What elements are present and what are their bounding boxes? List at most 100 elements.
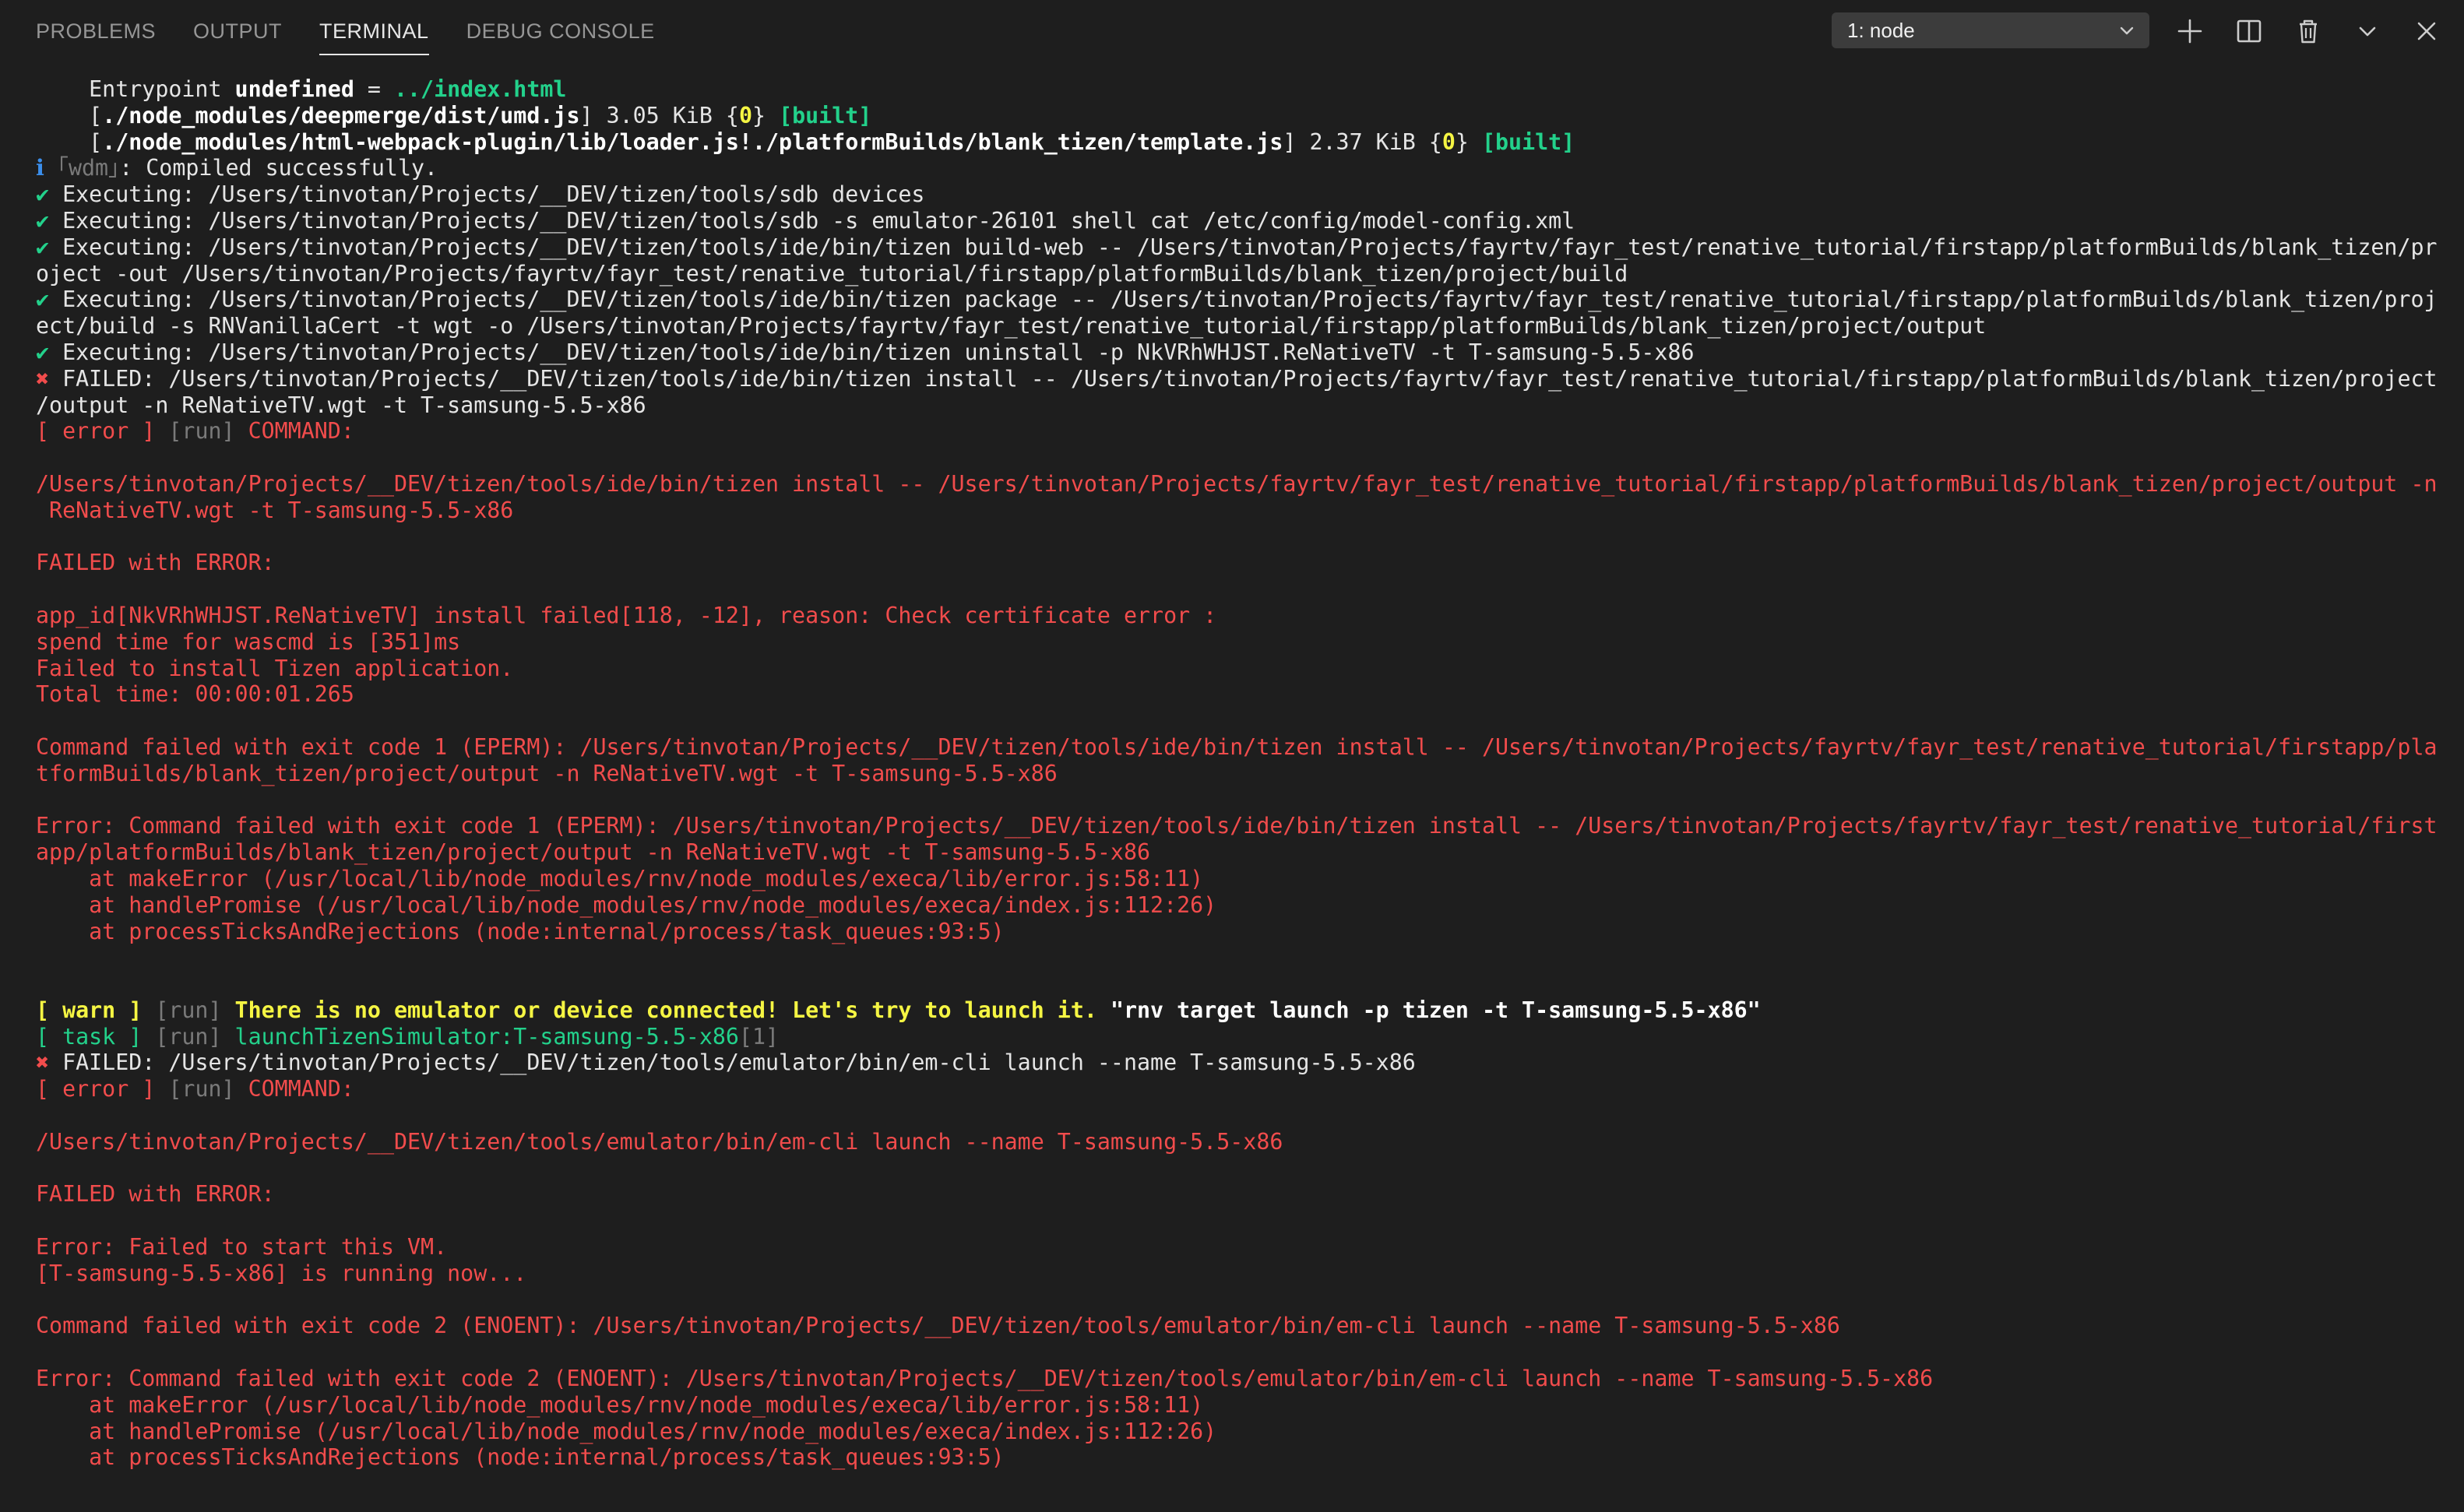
terminal-line: at handlePromise (/usr/local/lib/node_mo… bbox=[36, 1419, 2434, 1445]
terminal-text: launchTizenSimulator:T-samsung-5.5-x86 bbox=[234, 1023, 739, 1050]
terminal-text: [run] bbox=[155, 997, 235, 1023]
terminal-line: Error: Failed to start this VM. bbox=[36, 1234, 2434, 1261]
terminal-text: at processTicksAndRejections (node:inter… bbox=[36, 918, 1005, 944]
panel-header: PROBLEMS OUTPUT TERMINAL DEBUG CONSOLE 1… bbox=[0, 0, 2464, 62]
terminal-text: Entrypoint bbox=[36, 76, 235, 102]
terminal-text: [run] bbox=[168, 418, 248, 445]
terminal-line: [ error ] [run] COMMAND: bbox=[36, 1076, 2434, 1102]
tab-output[interactable]: OUTPUT bbox=[193, 0, 282, 55]
terminal-line: ✔ Executing: /Users/tinvotan/Projects/__… bbox=[36, 208, 2434, 234]
terminal-line: [T-samsung-5.5-x86] is running now... bbox=[36, 1261, 2434, 1287]
panel-tabs: PROBLEMS OUTPUT TERMINAL DEBUG CONSOLE bbox=[36, 0, 692, 62]
terminal-text: Executing: /Users/tinvotan/Projects/__DE… bbox=[62, 287, 2438, 313]
maximize-panel-button[interactable] bbox=[2350, 14, 2385, 48]
terminal-text: spend time for wascmd is [351]ms bbox=[36, 628, 461, 655]
terminal-text: at processTicksAndRejections (node:inter… bbox=[36, 1444, 1005, 1471]
terminal-text: app_id[NkVRhWHJST.ReNativeTV] install fa… bbox=[36, 602, 1217, 628]
terminal-line: ℹ ｢wdm｣: Compiled successfully. bbox=[36, 155, 2434, 181]
terminal-text: ✔ bbox=[36, 339, 63, 365]
terminal-output[interactable]: Entrypoint undefined = ../index.html [./… bbox=[36, 76, 2438, 1471]
tab-problems[interactable]: PROBLEMS bbox=[36, 0, 156, 55]
terminal-text: ✖ bbox=[36, 1050, 63, 1076]
terminal-text: oject -out /Users/tinvotan/Projects/fayr… bbox=[36, 260, 1628, 287]
terminal-line: Error: Command failed with exit code 2 (… bbox=[36, 1366, 2434, 1392]
kill-terminal-button[interactable] bbox=[2291, 14, 2325, 48]
terminal-text: ./node_modules/deepmerge/dist/umd.js bbox=[102, 102, 580, 128]
terminal-line: Error: Command failed with exit code 1 (… bbox=[36, 813, 2438, 839]
terminal-text: Executing: /Users/tinvotan/Projects/__DE… bbox=[62, 234, 2438, 260]
terminal-text: ./node_modules/html-webpack-plugin/lib/l… bbox=[102, 128, 1283, 155]
terminal-text: /Users/tinvotan/Projects/__DEV/tizen/too… bbox=[36, 1128, 1283, 1155]
chevron-down-icon bbox=[2359, 26, 2376, 37]
terminal-text: Command failed with exit code 2 (ENOENT)… bbox=[36, 1313, 1840, 1339]
terminal-text: [built] bbox=[779, 102, 872, 128]
terminal-text: ✔ bbox=[36, 207, 63, 234]
terminal-line: app/platformBuilds/blank_tizen/project/o… bbox=[36, 839, 2434, 866]
terminal-text: = bbox=[354, 76, 394, 102]
tab-terminal[interactable]: TERMINAL bbox=[319, 0, 429, 55]
terminal-text: ] 2.37 KiB { bbox=[1283, 128, 1442, 155]
terminal-line: at makeError (/usr/local/lib/node_module… bbox=[36, 866, 2434, 892]
terminal-text: /Users/tinvotan/Projects/__DEV/tizen/too… bbox=[36, 470, 2438, 497]
terminal-text: ReNativeTV.wgt -t T-samsung-5.5-x86 bbox=[36, 497, 514, 523]
terminal-line: [./node_modules/deepmerge/dist/umd.js] 3… bbox=[36, 103, 2434, 129]
terminal-text: } bbox=[1455, 128, 1482, 155]
split-icon bbox=[2237, 19, 2262, 43]
terminal-text: Total time: 00:00:01.265 bbox=[36, 681, 354, 708]
terminal-line: Failed to install Tizen application. bbox=[36, 656, 2434, 682]
terminal-text: [ bbox=[36, 128, 103, 155]
terminal-line: Command failed with exit code 2 (ENOENT)… bbox=[36, 1313, 2434, 1339]
terminal-text: } bbox=[752, 102, 780, 128]
terminal-line: Command failed with exit code 1 (EPERM):… bbox=[36, 734, 2438, 761]
close-panel-button[interactable] bbox=[2409, 14, 2444, 48]
chevron-down-icon bbox=[2120, 26, 2134, 35]
terminal-text: FAILED with ERROR: bbox=[36, 1181, 275, 1208]
terminal-text: ✔ bbox=[36, 181, 63, 208]
terminal-line: ReNativeTV.wgt -t T-samsung-5.5-x86 bbox=[36, 498, 2434, 524]
close-icon bbox=[2417, 22, 2436, 40]
terminal-line: ✔ Executing: /Users/tinvotan/Projects/__… bbox=[36, 181, 2434, 208]
terminal-line: Total time: 00:00:01.265 bbox=[36, 681, 2434, 708]
terminal-line: /Users/tinvotan/Projects/__DEV/tizen/too… bbox=[36, 471, 2438, 498]
terminal-line: [./node_modules/html-webpack-plugin/lib/… bbox=[36, 129, 2434, 156]
terminal-line: ✔ Executing: /Users/tinvotan/Projects/__… bbox=[36, 234, 2438, 261]
panel-actions bbox=[2173, 14, 2464, 48]
terminal-text: There is no emulator or device connected… bbox=[234, 997, 1111, 1023]
terminal-text: [ bbox=[36, 102, 103, 128]
terminal-text: [run] bbox=[155, 1023, 235, 1050]
terminal-text: at makeError (/usr/local/lib/node_module… bbox=[36, 865, 1204, 891]
new-terminal-button[interactable] bbox=[2173, 14, 2207, 48]
terminal-line: FAILED with ERROR: bbox=[36, 1181, 2434, 1208]
terminal-text: [ error ] bbox=[36, 418, 169, 445]
terminal-text: ℹ bbox=[36, 155, 58, 181]
terminal-select[interactable]: 1: node bbox=[1832, 12, 2149, 48]
terminal-text: "rnv target launch -p tizen -t T-samsung… bbox=[1110, 997, 1761, 1023]
split-terminal-button[interactable] bbox=[2232, 14, 2266, 48]
terminal-text: FAILED with ERROR: bbox=[36, 550, 275, 576]
terminal-text: at handlePromise (/usr/local/lib/node_mo… bbox=[36, 1418, 1217, 1444]
terminal-text: FAILED: /Users/tinvotan/Projects/__DEV/t… bbox=[62, 1050, 1416, 1076]
terminal-text: [built] bbox=[1481, 128, 1575, 155]
terminal-line: spend time for wascmd is [351]ms bbox=[36, 629, 2434, 656]
terminal-text: Executing: /Users/tinvotan/Projects/__DE… bbox=[62, 181, 925, 208]
terminal-line: [ task ] [run] launchTizenSimulator:T-sa… bbox=[36, 1024, 2434, 1050]
terminal-text: ect/build -s RNVanillaCert -t wgt -o /Us… bbox=[36, 313, 1987, 339]
plus-icon bbox=[2177, 19, 2202, 44]
terminal-line: at makeError (/usr/local/lib/node_module… bbox=[36, 1392, 2434, 1419]
terminal-text: 0 bbox=[738, 102, 752, 128]
terminal-text: [ error ] bbox=[36, 1076, 169, 1102]
terminal-text: [1] bbox=[738, 1023, 780, 1050]
terminal-text: ✔ bbox=[36, 287, 63, 313]
terminal-text: 0 bbox=[1441, 128, 1456, 155]
terminal-text: [run] bbox=[168, 1076, 248, 1102]
tab-debug-console[interactable]: DEBUG CONSOLE bbox=[466, 0, 655, 55]
terminal-text: [ warn ] bbox=[36, 997, 156, 1023]
